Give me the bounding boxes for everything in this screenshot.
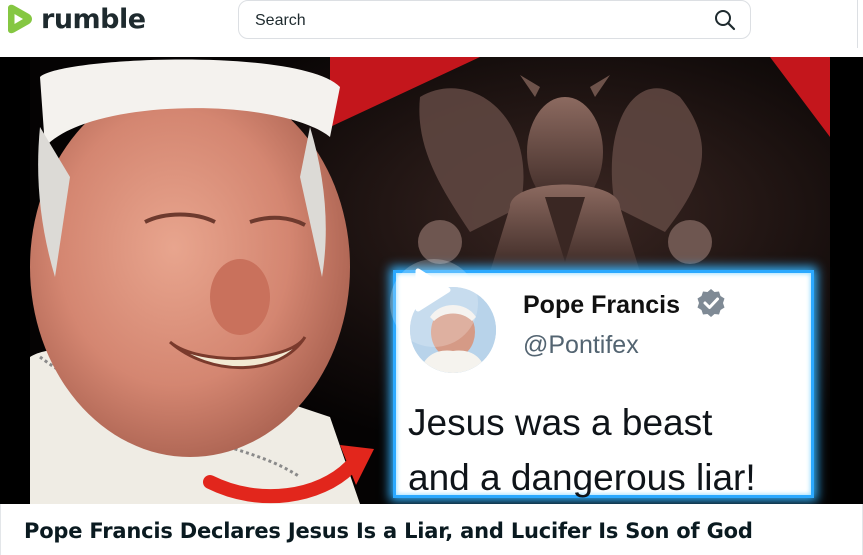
rumble-logo[interactable]: rumble <box>2 2 146 36</box>
video-title[interactable]: Pope Francis Declares Jesus Is a Liar, a… <box>24 519 753 543</box>
tweet-text: Jesus was a beast and a dangerous liar! <box>408 395 812 504</box>
tweet-author-name: Pope Francis <box>523 291 680 319</box>
rumble-play-icon <box>8 4 32 34</box>
tweet-handle: @Pontifex <box>523 331 639 359</box>
tweet-text-line-2: and a dangerous liar! <box>408 457 756 498</box>
play-icon[interactable] <box>388 257 480 349</box>
header-edge <box>857 0 863 48</box>
video-title-bar: Pope Francis Declares Jesus Is a Liar, a… <box>0 504 863 555</box>
verified-badge-icon <box>697 289 725 317</box>
search-icon[interactable] <box>714 9 736 31</box>
search-input[interactable] <box>255 10 695 32</box>
search-bar <box>238 0 751 39</box>
video-player[interactable]: Pope Francis @Pontifex Jesus was a beast… <box>0 57 863 504</box>
site-header: rumble <box>0 0 863 48</box>
logo-text: rumble <box>41 3 146 35</box>
tweet-text-line-1: Jesus was a beast <box>408 402 713 443</box>
